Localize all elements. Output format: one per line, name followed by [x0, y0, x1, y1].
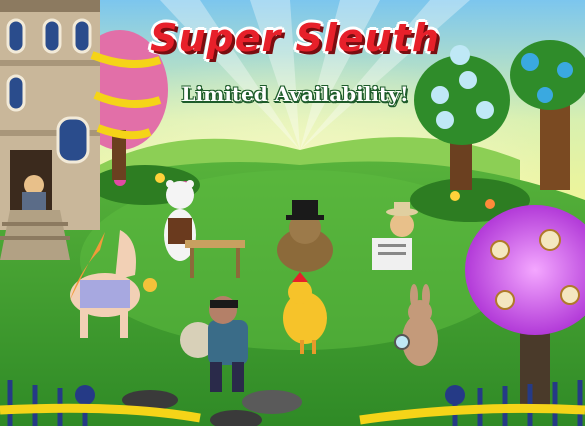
mansion [0, 0, 100, 260]
game-scene: Super Sleuth Limited Availability! [0, 0, 585, 426]
banner-title: Super Sleuth [150, 16, 440, 60]
banner-subtitle: Limited Availability! [181, 82, 409, 106]
scene-art [0, 0, 585, 426]
